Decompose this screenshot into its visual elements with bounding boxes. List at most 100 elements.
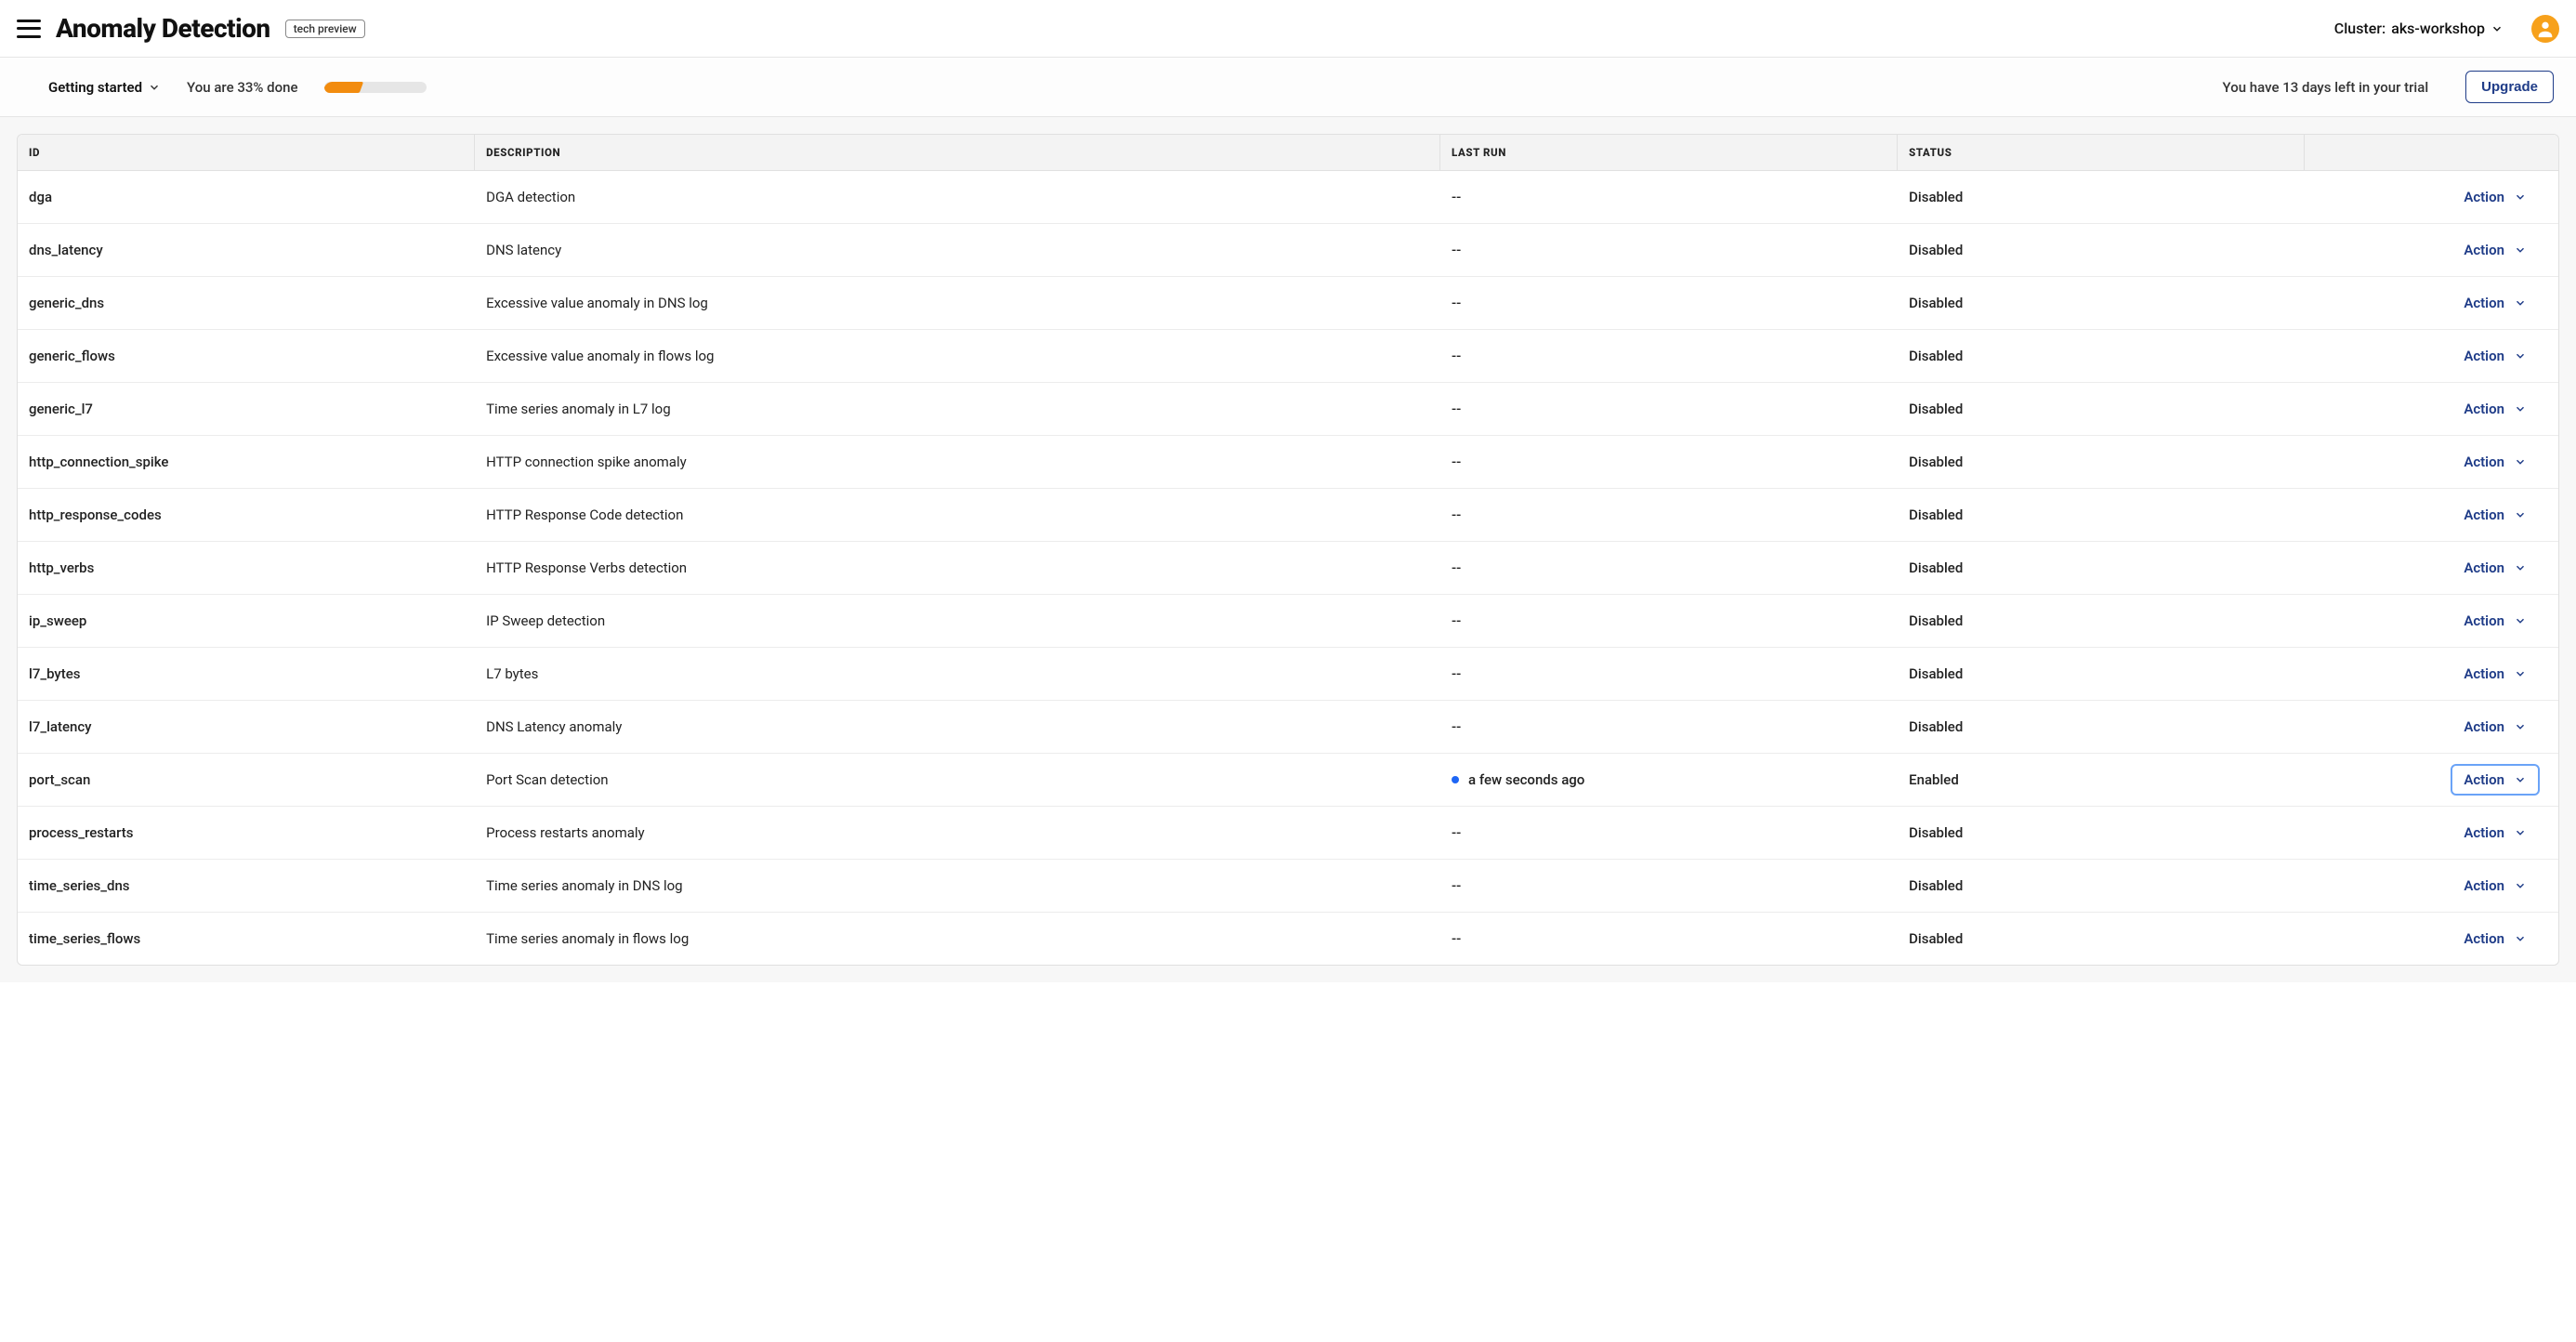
last-run-text: -- [1452,242,1461,258]
last-run-text: -- [1452,507,1461,523]
action-label: Action [2464,877,2504,894]
cell-status: Disabled [1898,390,2304,428]
action-button[interactable]: Action [2451,817,2540,849]
chevron-down-icon [2514,561,2527,574]
chevron-down-icon [2514,296,2527,309]
chevron-down-icon [2514,720,2527,733]
cell-description: Excessive value anomaly in flows log [475,337,1440,375]
last-run-text: -- [1452,612,1461,629]
cluster-picker[interactable]: Cluster: aks-workshop [2334,20,2504,37]
top-bar: Anomaly Detection tech preview Cluster: … [0,0,2576,58]
table-row: ip_sweepIP Sweep detection--DisabledActi… [18,595,2558,648]
action-label: Action [2464,401,2504,417]
action-button[interactable]: Action [2451,923,2540,954]
action-label: Action [2464,824,2504,841]
cell-description: Time series anomaly in flows log [475,920,1440,957]
cell-id: ip_sweep [18,602,475,639]
action-label: Action [2464,507,2504,523]
cell-id: l7_bytes [18,655,475,692]
action-button[interactable]: Action [2451,711,2540,743]
cell-description: Time series anomaly in L7 log [475,390,1440,428]
cell-action: Action [2305,436,2558,488]
action-button[interactable]: Action [2451,340,2540,372]
cell-action: Action [2305,542,2558,594]
cell-action: Action [2305,489,2558,541]
action-label: Action [2464,718,2504,735]
table-row: dgaDGA detection--DisabledAction [18,171,2558,224]
action-button[interactable]: Action [2451,552,2540,584]
col-description: DESCRIPTION [475,135,1440,170]
col-last-run: LAST RUN [1440,135,1898,170]
cell-last-run: -- [1440,549,1898,586]
progress-fill [324,82,363,93]
getting-started-label: Getting started [48,79,142,96]
cell-last-run: a few seconds ago [1440,761,1898,798]
action-button[interactable]: Action [2451,234,2540,266]
action-button[interactable]: Action [2451,446,2540,478]
cell-last-run: -- [1440,443,1898,480]
cell-last-run: -- [1440,655,1898,692]
cell-status: Disabled [1898,496,2304,533]
action-button[interactable]: Action [2451,181,2540,213]
cell-status: Disabled [1898,814,2304,851]
table-row: http_verbsHTTP Response Verbs detection-… [18,542,2558,595]
progress-bar [324,82,427,93]
upgrade-button[interactable]: Upgrade [2465,71,2554,103]
last-run-text: -- [1452,454,1461,470]
table-row: http_connection_spikeHTTP connection spi… [18,436,2558,489]
cell-action: Action [2305,860,2558,912]
cell-last-run: -- [1440,496,1898,533]
trial-text: You have 13 days left in your trial [2223,79,2429,96]
cell-description: Excessive value anomaly in DNS log [475,284,1440,322]
action-button[interactable]: Action [2451,499,2540,531]
avatar[interactable] [2531,15,2559,43]
cell-id: dns_latency [18,231,475,269]
cluster-label: Cluster: [2334,20,2385,37]
cell-last-run: -- [1440,708,1898,745]
cell-description: IP Sweep detection [475,602,1440,639]
action-button[interactable]: Action [2451,870,2540,901]
table-row: generic_l7Time series anomaly in L7 log-… [18,383,2558,436]
action-label: Action [2464,189,2504,205]
last-run-text: -- [1452,718,1461,735]
hamburger-menu-icon[interactable] [17,20,41,38]
action-button[interactable]: Action [2451,764,2540,796]
action-label: Action [2464,665,2504,682]
chevron-down-icon [2514,614,2527,627]
table-row: process_restartsProcess restarts anomaly… [18,807,2558,860]
getting-started-dropdown[interactable]: Getting started [48,79,161,96]
cell-status: Disabled [1898,920,2304,957]
status-dot-icon [1452,776,1459,783]
action-button[interactable]: Action [2451,605,2540,637]
cell-id: process_restarts [18,814,475,851]
cell-description: Port Scan detection [475,761,1440,798]
table-row: port_scanPort Scan detectiona few second… [18,754,2558,807]
last-run-text: -- [1452,824,1461,841]
action-button[interactable]: Action [2451,393,2540,425]
table-row: http_response_codesHTTP Response Code de… [18,489,2558,542]
cell-id: time_series_dns [18,867,475,904]
chevron-down-icon [2514,932,2527,945]
cell-id: time_series_flows [18,920,475,957]
anomaly-table: ID DESCRIPTION LAST RUN STATUS dgaDGA de… [17,134,2559,966]
cell-action: Action [2305,383,2558,435]
cell-description: L7 bytes [475,655,1440,692]
table-row: dns_latencyDNS latency--DisabledAction [18,224,2558,277]
cell-action: Action [2305,224,2558,276]
cell-id: http_verbs [18,549,475,586]
chevron-down-icon [2514,879,2527,892]
cell-status: Disabled [1898,708,2304,745]
cell-description: DNS latency [475,231,1440,269]
action-label: Action [2464,295,2504,311]
tech-preview-badge: tech preview [285,20,365,38]
table-row: l7_latencyDNS Latency anomaly--DisabledA… [18,701,2558,754]
action-button[interactable]: Action [2451,287,2540,319]
action-label: Action [2464,454,2504,470]
last-run-text: -- [1452,877,1461,894]
cell-last-run: -- [1440,284,1898,322]
cell-description: HTTP Response Verbs detection [475,549,1440,586]
action-button[interactable]: Action [2451,658,2540,690]
person-icon [2535,19,2556,39]
table-row: time_series_dnsTime series anomaly in DN… [18,860,2558,913]
cell-last-run: -- [1440,178,1898,216]
